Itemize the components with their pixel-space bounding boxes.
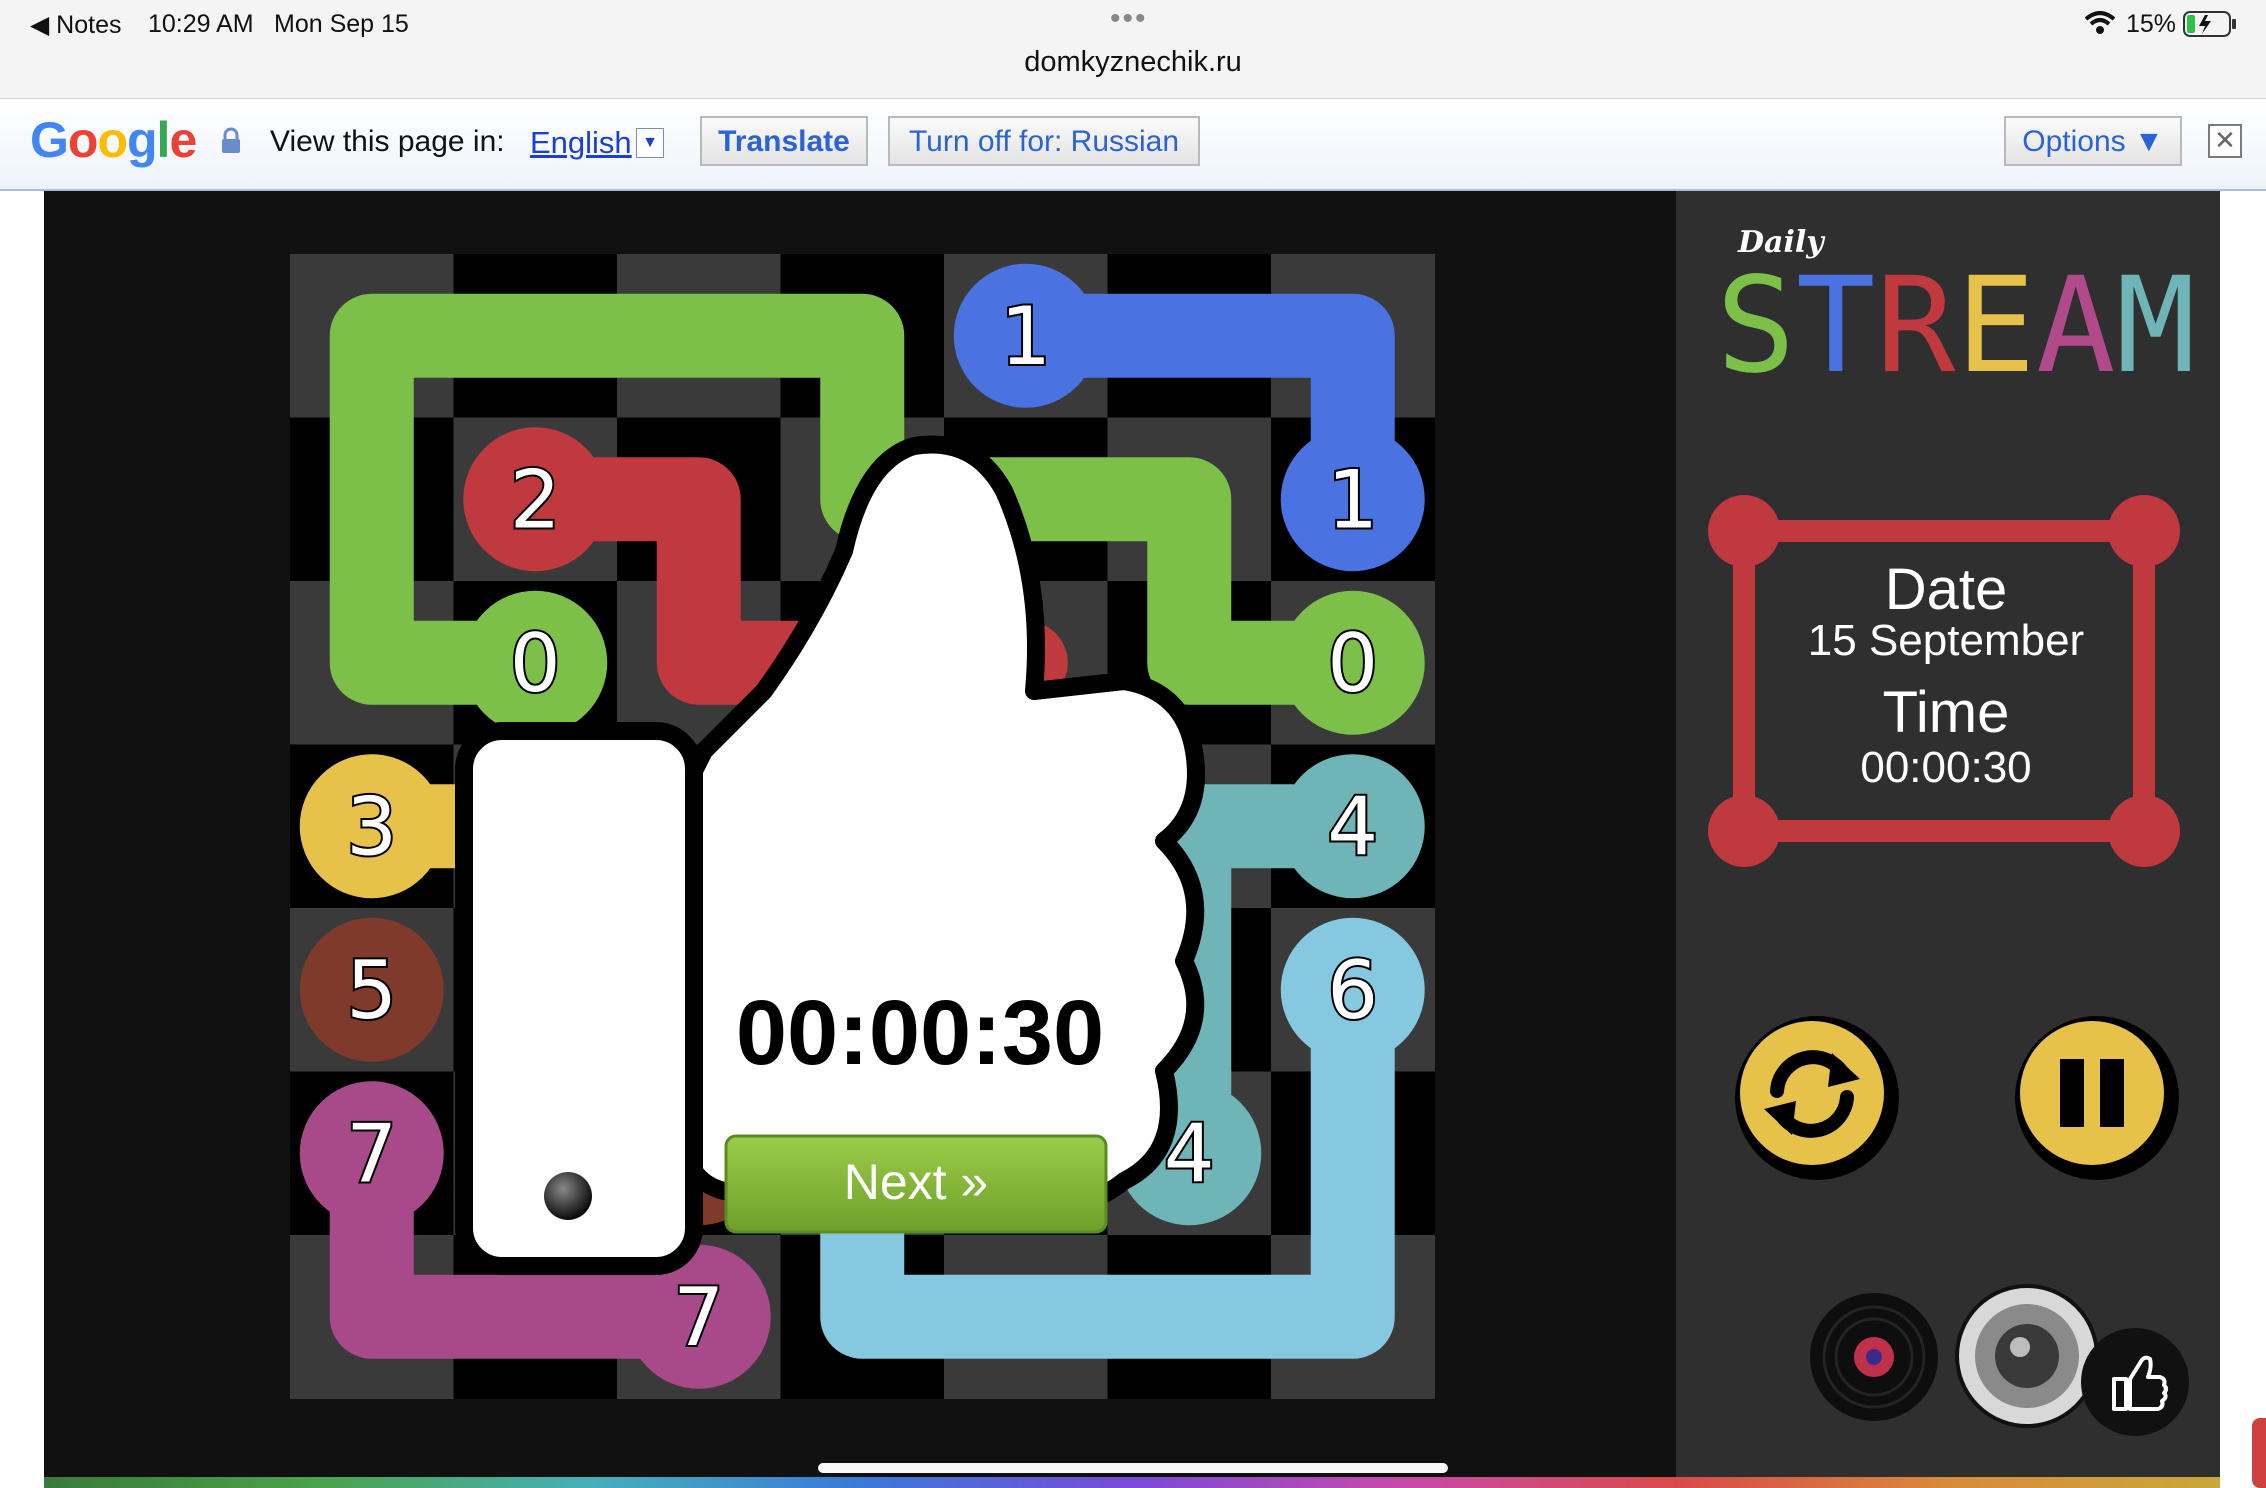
logo-letter: T xyxy=(1796,259,1875,389)
logo-letter: A xyxy=(2036,259,2115,389)
battery-percent: 15% xyxy=(2126,10,2177,38)
endpoint-label: 2 xyxy=(510,453,561,546)
address-bar-url[interactable]: domkyznechik.ru xyxy=(0,46,2266,79)
time-value: 00:00:30 xyxy=(1860,743,2032,792)
logo-letter: M xyxy=(2116,259,2195,389)
options-button[interactable]: Options ▼ xyxy=(2004,116,2182,166)
time-label: Time xyxy=(1882,680,2010,745)
speaker-icon xyxy=(1995,1324,2059,1388)
side-panel: Daily STREAM Date 15 September Time 00:0… xyxy=(1676,191,2220,1488)
close-icon[interactable]: ✕ xyxy=(2208,124,2242,158)
lock-icon xyxy=(222,127,240,153)
language-select[interactable]: English xyxy=(530,125,632,161)
logo-letter: o xyxy=(97,112,128,168)
logo-letter: S xyxy=(1716,259,1795,389)
endpoint-label: 0 xyxy=(1327,617,1378,710)
endpoint-label: 7 xyxy=(346,1107,397,1200)
next-button-label[interactable]: Next » xyxy=(844,1154,989,1210)
color-strip xyxy=(44,1477,2220,1488)
battery-icon xyxy=(2183,11,2236,37)
edge-tab[interactable] xyxy=(2252,1418,2266,1488)
google-logo: Google xyxy=(30,111,197,169)
stream-logo: STREAM xyxy=(1716,259,2195,389)
endpoint-label: 3 xyxy=(346,780,397,873)
game-board[interactable]: 11200345675247 00:00:30 Next » xyxy=(44,191,1676,1488)
logo-letter: g xyxy=(127,112,158,168)
multitask-dots[interactable]: ••• xyxy=(1110,2,1148,36)
endpoint-label: 1 xyxy=(1327,453,1378,546)
endpoint-label: 6 xyxy=(1327,944,1378,1037)
back-to-notes-link[interactable]: ◀ Notes xyxy=(30,10,121,40)
logo-letter: e xyxy=(169,112,197,168)
chevron-down-icon[interactable]: ▼ xyxy=(636,128,664,158)
home-indicator[interactable] xyxy=(818,1463,1448,1473)
logo-letter: l xyxy=(156,112,171,168)
logo-daily-text: Daily xyxy=(1738,225,1824,260)
logo-letter: E xyxy=(1956,259,2035,389)
logo-letter: o xyxy=(67,112,99,168)
date-value: 15 September xyxy=(1807,616,2085,665)
status-date: Mon Sep 15 xyxy=(274,10,409,38)
google-translate-bar: Google View this page in: English ▼ Tran… xyxy=(0,99,2266,191)
endpoint-label: 5 xyxy=(346,944,397,1037)
browser-status-bar: ◀ Notes 10:29 AM Mon Sep 15 ••• domkyzne… xyxy=(0,0,2266,99)
game-area: 11200345675247 00:00:30 Next » Daily STR… xyxy=(44,191,2220,1488)
like-button[interactable] xyxy=(2080,1327,2190,1437)
logo-letter: R xyxy=(1876,259,1956,389)
logo-letter: G xyxy=(30,112,69,168)
pause-button[interactable] xyxy=(2012,1013,2182,1183)
wifi-icon xyxy=(2084,11,2116,34)
endpoint-label: 0 xyxy=(510,617,561,710)
view-page-in-label: View this page in: xyxy=(270,125,505,158)
endpoint-label: 4 xyxy=(1327,780,1378,873)
endpoint-label: 7 xyxy=(673,1271,724,1364)
turn-off-translation-button[interactable]: Turn off for: Russian xyxy=(888,116,1200,166)
translate-button[interactable]: Translate xyxy=(700,116,868,166)
sleeve-button xyxy=(544,1172,592,1220)
music-toggle-button[interactable] xyxy=(1806,1289,1942,1425)
elapsed-time: 00:00:30 xyxy=(736,982,1104,1084)
restart-button[interactable] xyxy=(1732,1013,1902,1183)
status-time: 10:29 AM xyxy=(148,10,254,38)
endpoint-label: 1 xyxy=(1000,290,1051,383)
date-label: Date xyxy=(1884,557,2008,622)
